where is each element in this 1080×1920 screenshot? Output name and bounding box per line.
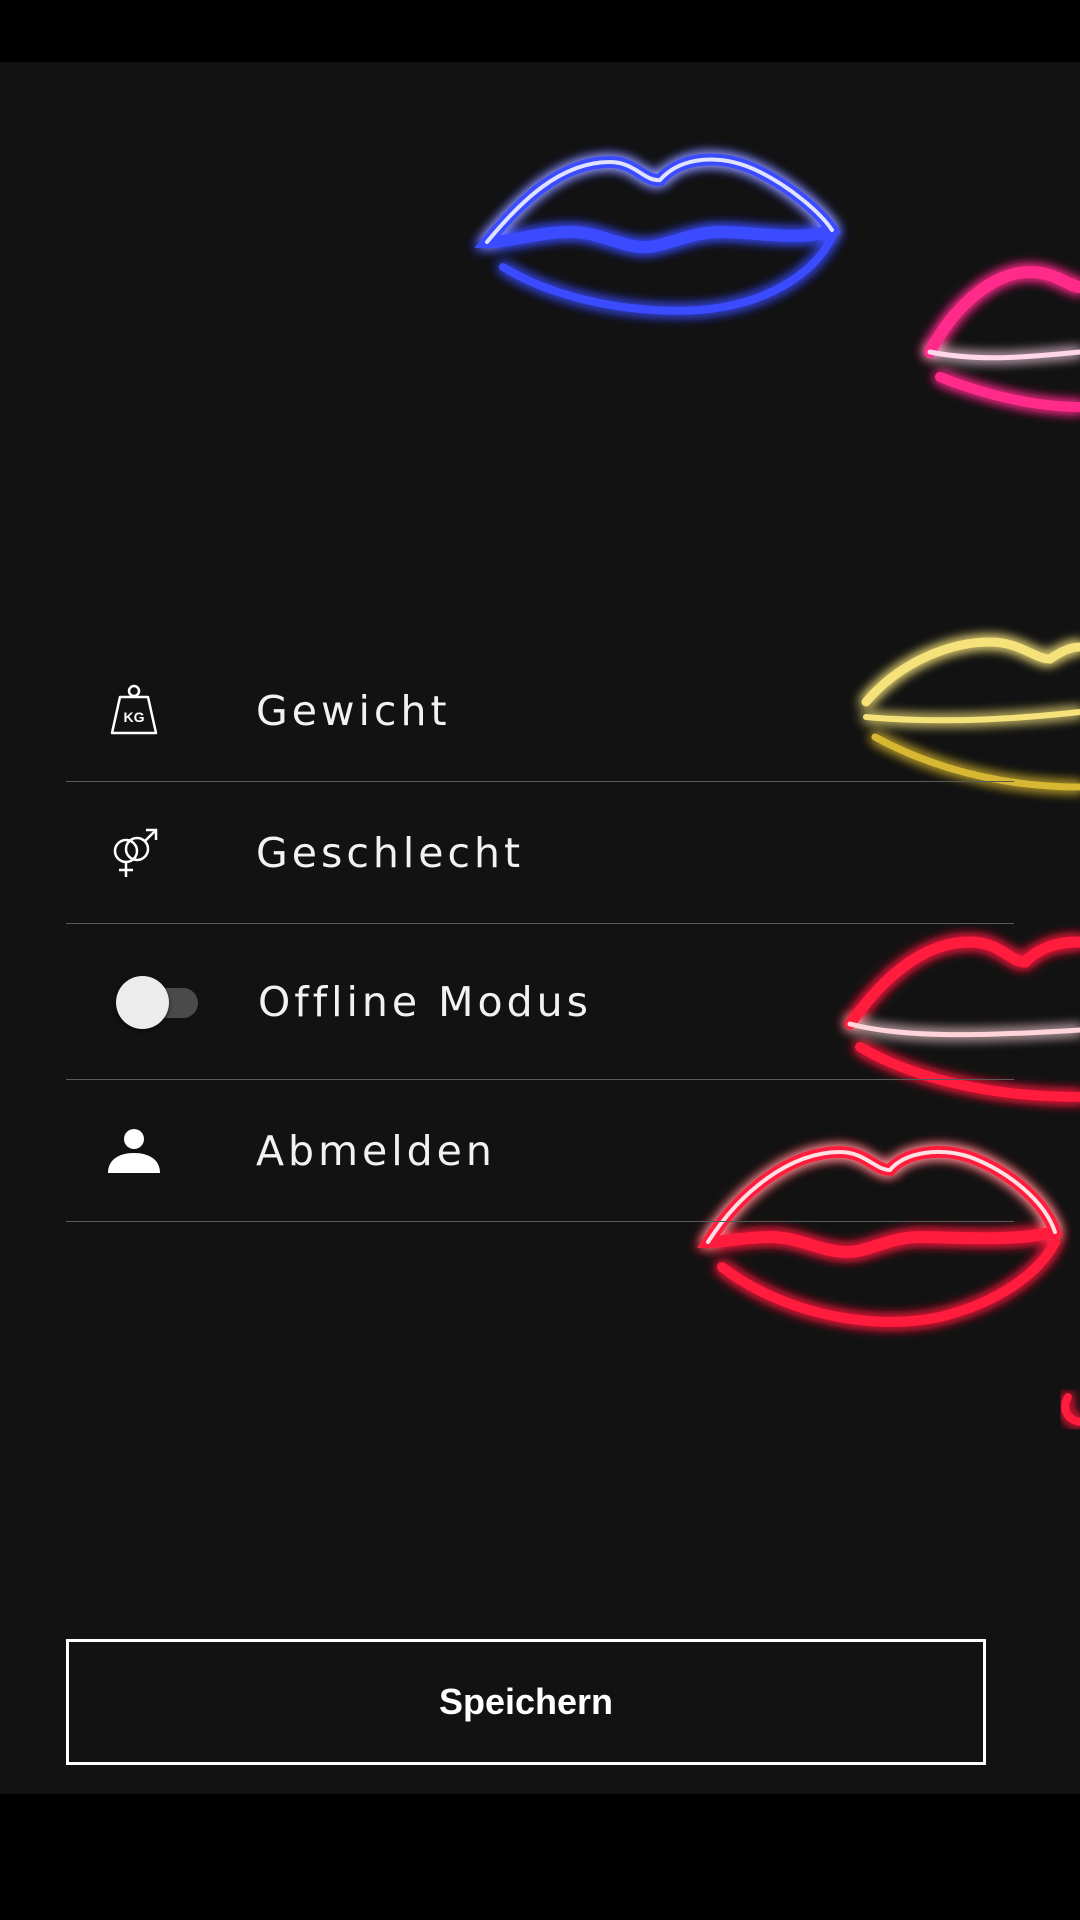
gender-label: Geschlecht bbox=[256, 828, 525, 877]
toggle-thumb bbox=[116, 975, 169, 1029]
settings-row-gender[interactable]: Geschlecht bbox=[66, 782, 1014, 924]
offline-mode-label: Offline Modus bbox=[258, 977, 592, 1026]
logout-label: Abmelden bbox=[256, 1126, 496, 1175]
status-bar bbox=[0, 0, 1080, 62]
save-button[interactable]: Speichern bbox=[66, 1639, 986, 1765]
person-icon bbox=[106, 1123, 162, 1179]
weight-kg-icon: KG bbox=[106, 683, 162, 739]
settings-list: KG Gewicht Geschlecht Offline Modus Abme… bbox=[66, 640, 1014, 1222]
settings-row-weight[interactable]: KG Gewicht bbox=[66, 640, 1014, 782]
settings-screen: KG Gewicht Geschlecht Offline Modus Abme… bbox=[0, 62, 1080, 1794]
weight-label: Gewicht bbox=[256, 686, 451, 735]
settings-row-offline-mode[interactable]: Offline Modus bbox=[66, 924, 1014, 1080]
navigation-bar bbox=[0, 1794, 1080, 1920]
gender-icon bbox=[106, 825, 162, 881]
settings-row-logout[interactable]: Abmelden bbox=[66, 1080, 1014, 1222]
svg-text:KG: KG bbox=[124, 709, 145, 725]
offline-mode-toggle[interactable] bbox=[116, 975, 200, 1029]
